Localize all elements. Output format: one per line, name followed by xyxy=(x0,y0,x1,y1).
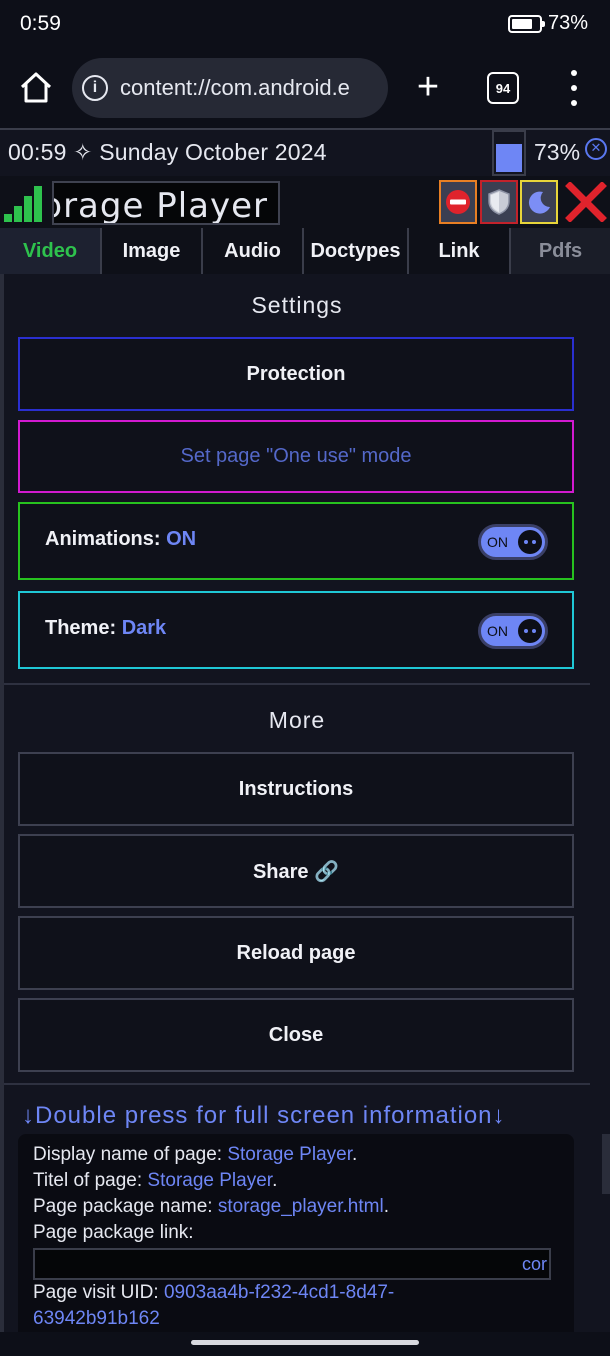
one-use-mode-button[interactable]: Set page "One use" mode xyxy=(18,420,574,493)
theme-row: Theme: Dark ON xyxy=(18,591,574,669)
uid-line-continued: 63942b91b162 xyxy=(33,1308,160,1329)
status-bar: 0:59 73% xyxy=(0,0,610,52)
animations-value: ON xyxy=(166,528,197,550)
browser-toolbar: i content://com.android.e + 94 xyxy=(0,52,610,128)
package-link-field[interactable]: cor xyxy=(33,1248,551,1280)
toggle-knob xyxy=(518,530,542,554)
tab-audio[interactable]: Audio xyxy=(203,228,304,274)
instructions-button[interactable]: Instructions xyxy=(18,752,574,826)
datetime-text: 00:59 ✧ Sunday October 2024 xyxy=(8,139,327,165)
tab-link[interactable]: Link xyxy=(409,228,511,274)
display-name-value: Storage Player xyxy=(227,1144,352,1165)
app-title-text: orage Player xyxy=(52,186,268,225)
animations-toggle[interactable]: ON xyxy=(478,524,548,560)
package-link-label: Page package link: xyxy=(33,1222,194,1243)
share-button[interactable]: Share 🔗 xyxy=(18,834,574,908)
reload-page-button[interactable]: Reload page xyxy=(18,916,574,990)
section-divider xyxy=(4,683,590,685)
close-button[interactable] xyxy=(564,180,608,224)
battery-fill xyxy=(496,144,522,172)
animations-label: Animations: ON xyxy=(45,528,197,550)
shield-icon xyxy=(488,189,510,215)
titel-line: Titel of page: Storage Player. xyxy=(33,1170,278,1191)
status-battery: 73% xyxy=(507,12,588,35)
protection-button[interactable]: Protection xyxy=(18,337,574,411)
app-title: orage Player xyxy=(52,181,280,225)
no-entry-icon xyxy=(446,190,470,214)
animations-toggle-text: ON xyxy=(487,534,508,550)
fullscreen-hint[interactable]: ↓Double press for full screen informatio… xyxy=(22,1102,506,1130)
url-text: content://com.android.e xyxy=(120,75,350,100)
package-link-value: cor xyxy=(521,1254,547,1274)
titel-value: Storage Player xyxy=(147,1170,273,1191)
status-time: 0:59 xyxy=(20,12,61,35)
theme-button[interactable] xyxy=(520,180,558,224)
app-title-bar: orage Player xyxy=(0,176,610,228)
toggle-knob xyxy=(518,619,542,643)
shield-button[interactable] xyxy=(480,180,518,224)
close-icon xyxy=(565,182,607,222)
battery-percent: 73% xyxy=(534,139,581,165)
home-icon[interactable] xyxy=(16,68,56,108)
package-name-value: storage_player.html xyxy=(217,1196,384,1217)
animations-row: Animations: ON ON xyxy=(18,502,574,580)
close-page-button[interactable]: Close xyxy=(18,998,574,1072)
theme-value: Dark xyxy=(121,617,167,639)
status-battery-text: 73% xyxy=(547,12,588,34)
info-scrollbar[interactable] xyxy=(602,1134,610,1194)
url-bar[interactable]: i content://com.android.e xyxy=(72,58,388,118)
settings-title: Settings xyxy=(251,292,343,318)
battery-meter xyxy=(492,130,526,176)
browser-menu-icon[interactable] xyxy=(562,70,586,106)
gesture-nav-bar xyxy=(0,1332,610,1356)
tab-image[interactable]: Image xyxy=(102,228,203,274)
tab-video[interactable]: Video xyxy=(0,228,102,274)
theme-toggle[interactable]: ON xyxy=(478,613,548,649)
date-bar: 00:59 ✧ Sunday October 2024 73% ✕ xyxy=(0,130,610,176)
site-info-icon[interactable]: i xyxy=(82,75,108,101)
battery-icon xyxy=(507,14,545,33)
page-info-box[interactable]: Display name of page: Storage Player. Ti… xyxy=(18,1134,574,1332)
block-button[interactable] xyxy=(439,180,477,224)
tab-bar: Video Image Audio Doctypes Link Pdfs xyxy=(0,228,610,274)
signal-bars-icon xyxy=(4,186,50,222)
close-circle-icon[interactable]: ✕ xyxy=(585,138,607,160)
tab-doctypes[interactable]: Doctypes xyxy=(304,228,409,274)
uid-line: Page visit UID: 0903aa4b-f232-4cd1-8d47- xyxy=(33,1282,395,1303)
package-name-line: Page package name: storage_player.html. xyxy=(33,1196,389,1217)
theme-toggle-text: ON xyxy=(487,623,508,639)
uid-value: 0903aa4b-f232-4cd1-8d47- xyxy=(163,1282,395,1303)
more-title: More xyxy=(268,707,326,733)
tab-pdfs[interactable]: Pdfs xyxy=(511,228,610,274)
theme-label: Theme: Dark xyxy=(45,617,167,639)
moon-icon xyxy=(528,191,550,214)
display-name-line: Display name of page: Storage Player. xyxy=(33,1144,358,1165)
new-tab-button[interactable]: + xyxy=(408,68,448,108)
section-divider xyxy=(4,1083,590,1085)
tab-switcher-button[interactable]: 94 xyxy=(487,72,519,104)
home-gesture-pill[interactable] xyxy=(191,1340,419,1345)
